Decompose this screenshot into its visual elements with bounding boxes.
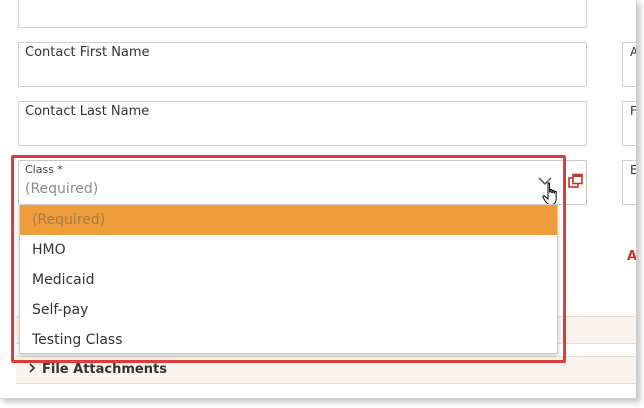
contact-last-name-field[interactable]: Contact Last Name [18, 101, 587, 146]
file-attachments-label: File Attachments [42, 362, 167, 377]
form-panel: Contact First Name Contact Last Name Cla… [0, 0, 637, 399]
file-attachments-section[interactable]: File Attachments [16, 356, 636, 384]
contact-first-name-label: Contact First Name [25, 45, 150, 60]
dropdown-option[interactable]: HMO [20, 235, 557, 265]
contact-first-name-field[interactable]: Contact First Name [18, 42, 587, 87]
popout-window-icon[interactable] [568, 173, 584, 189]
right-field-1-label: A [630, 45, 636, 59]
top-field[interactable] [18, 0, 587, 28]
right-field-2[interactable]: F [622, 101, 637, 146]
right-field-1[interactable]: A [622, 42, 636, 87]
dropdown-option[interactable]: (Required) [20, 205, 557, 235]
right-field-2-label: F [630, 104, 637, 118]
right-field-3-label: E [630, 163, 637, 177]
class-value: (Required) [25, 181, 99, 197]
right-field-3[interactable]: E [622, 160, 637, 205]
class-label: Class * [25, 163, 63, 176]
class-dropdown-list: (Required) HMO Medicaid Self-pay Testing… [19, 204, 558, 354]
class-select[interactable]: Class * (Required) [18, 160, 587, 205]
dropdown-option[interactable]: Testing Class [20, 325, 557, 355]
dropdown-option[interactable]: Self-pay [20, 295, 557, 325]
dropdown-option[interactable]: Medicaid [20, 265, 557, 295]
right-section-heading: A [627, 249, 637, 264]
contact-last-name-label: Contact Last Name [25, 104, 150, 119]
chevron-right-icon [29, 363, 36, 373]
